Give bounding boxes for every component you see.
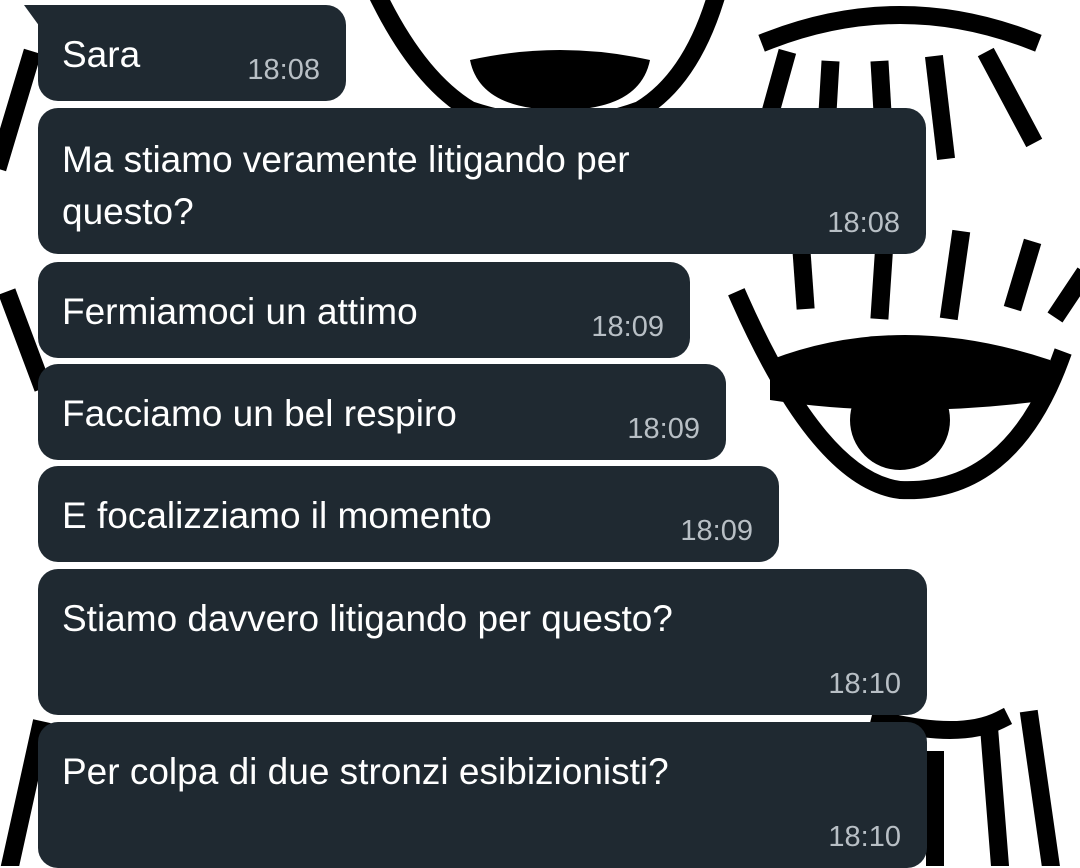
message-bubble[interactable]: Ma stiamo veramente litigando per questo…	[38, 108, 926, 254]
bubble-tail	[24, 5, 40, 27]
message-text: Ma stiamo veramente litigando per questo…	[62, 139, 630, 232]
message-time: 18:10	[828, 821, 901, 853]
message-text: Stiamo davvero litigando per questo?	[62, 598, 673, 639]
message-bubble[interactable]: Sara 18:08	[24, 5, 346, 101]
message-bubble[interactable]: Stiamo davvero litigando per questo? 18:…	[38, 569, 927, 715]
message-text: Facciamo un bel respiro	[62, 393, 457, 434]
message-bubble[interactable]: Facciamo un bel respiro 18:09	[38, 364, 726, 460]
message-time: 18:09	[680, 515, 753, 547]
message-bubble[interactable]: E focalizziamo il momento 18:09	[38, 466, 779, 562]
message-text: Per colpa di due stronzi esibizionisti?	[62, 751, 669, 792]
message-time: 18:08	[247, 54, 320, 86]
message-bubble[interactable]: Fermiamoci un attimo 18:09	[38, 262, 690, 358]
message-time: 18:09	[591, 311, 664, 343]
message-bubble[interactable]: Per colpa di due stronzi esibizionisti? …	[38, 722, 927, 868]
message-time: 18:09	[627, 413, 700, 445]
message-time: 18:10	[828, 668, 901, 700]
message-text: E focalizziamo il momento	[62, 495, 492, 536]
message-text: Fermiamoci un attimo	[62, 291, 418, 332]
message-time: 18:08	[827, 207, 900, 239]
